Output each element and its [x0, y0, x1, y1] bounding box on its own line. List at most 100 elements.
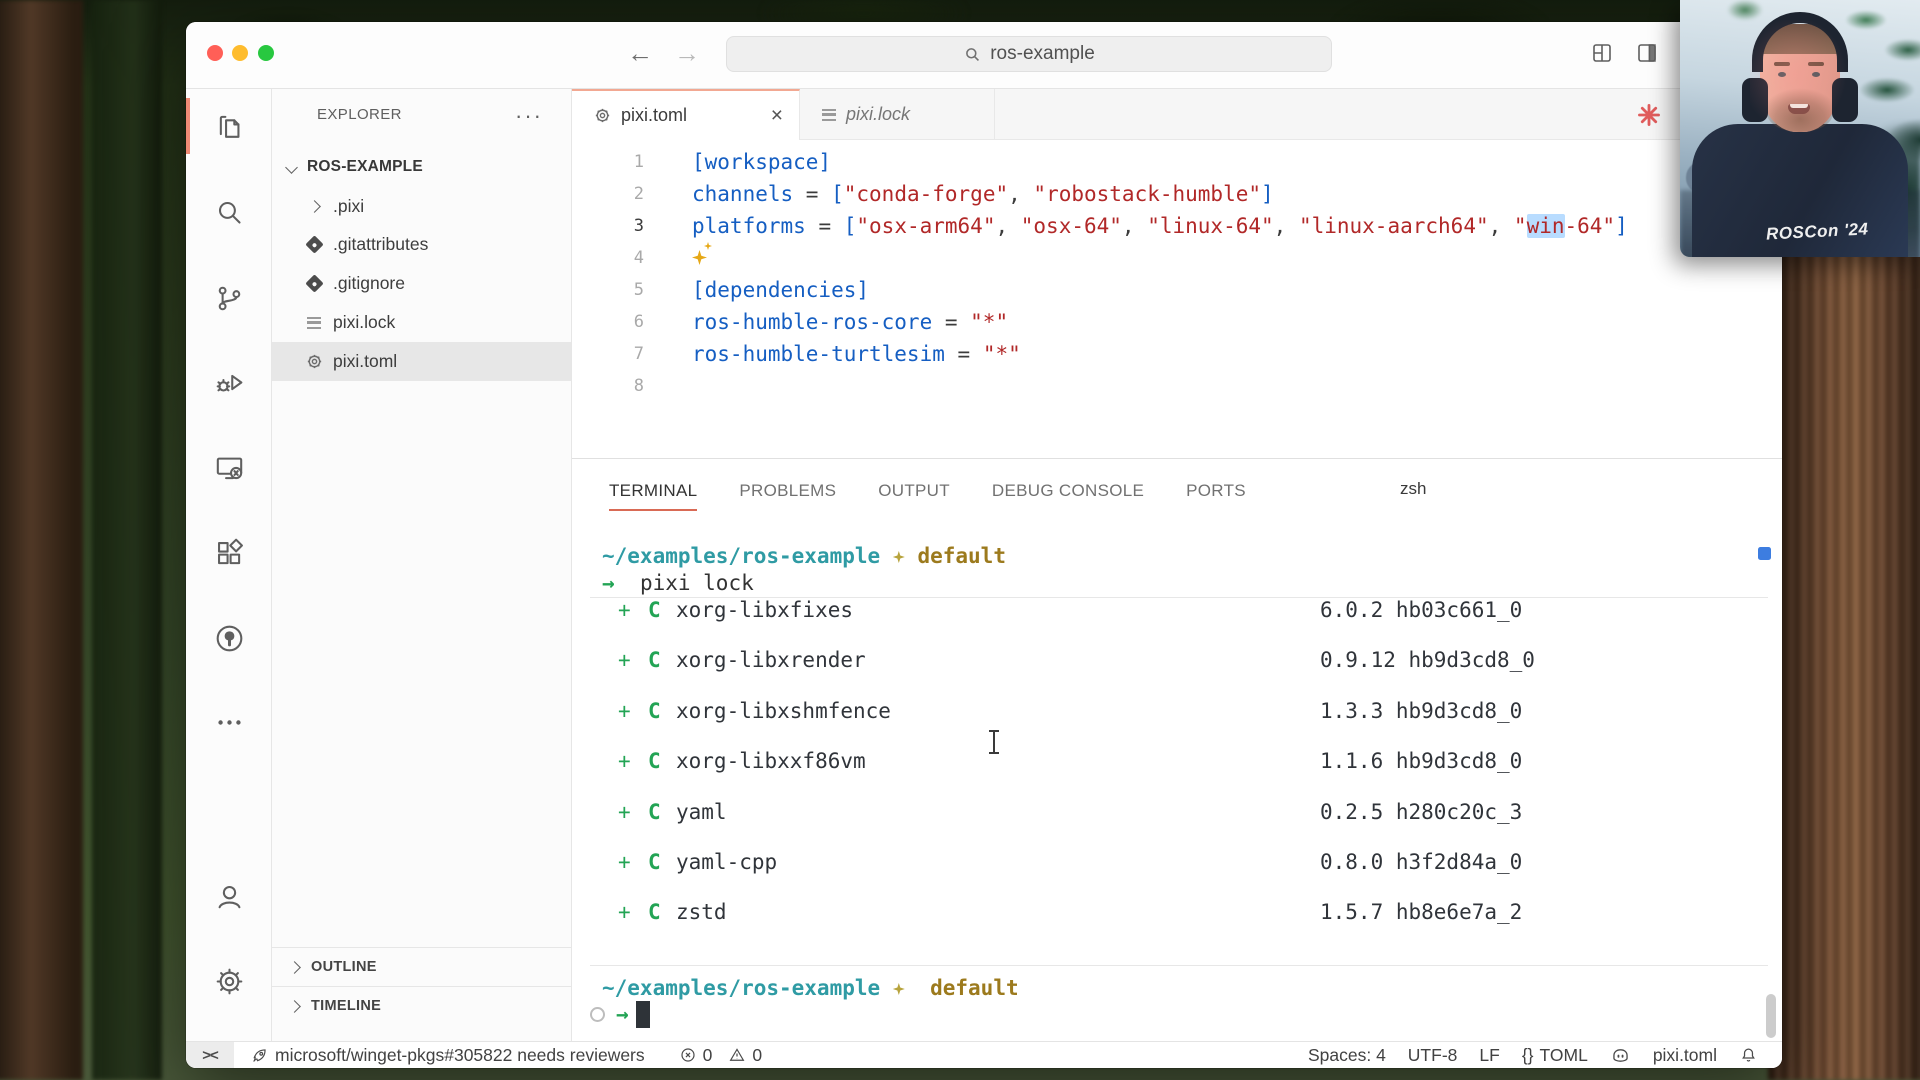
indentation-status[interactable]: Spaces: 4	[1304, 1045, 1390, 1066]
toggle-sidebar-icon[interactable]	[1632, 39, 1662, 67]
package-name: yaml	[676, 787, 727, 837]
code-token: ,	[1274, 214, 1299, 238]
activity-item-extensions[interactable]	[201, 525, 257, 581]
chevron-down-icon	[285, 161, 298, 174]
editor-line[interactable]: 4	[572, 242, 1782, 274]
search-value: ros-example	[990, 43, 1095, 65]
package-name: xorg-libxxf86vm	[676, 736, 866, 786]
navigate-back-button[interactable]: ←	[623, 37, 657, 69]
code-token: ,	[1122, 214, 1147, 238]
editor-line[interactable]: 8	[572, 370, 1782, 402]
sidebar-section-outline[interactable]: OUTLINE	[272, 947, 571, 986]
activity-item-source-control[interactable]	[201, 270, 257, 326]
navigate-forward-button[interactable]: →	[670, 37, 704, 69]
tree-item-pixi[interactable]: .pixi	[272, 187, 571, 226]
zoom-window-button[interactable]	[258, 45, 274, 61]
file-label: pixi.lock	[333, 312, 395, 333]
eol-status[interactable]: LF	[1475, 1045, 1503, 1066]
activity-item-remote-explorer[interactable]	[201, 440, 257, 496]
sparkles-emoji	[704, 242, 712, 250]
line-number: 3	[572, 210, 644, 242]
sidebar-header: EXPLORER ···	[272, 89, 571, 141]
status-bar: >< microsoft/winget-pkgs#305822 needs re…	[186, 1041, 1782, 1068]
pr-status-text: microsoft/winget-pkgs#305822 needs revie…	[275, 1045, 645, 1066]
plus-sign: +	[618, 635, 631, 685]
tree-item-pixitoml[interactable]: pixi.toml	[272, 342, 571, 381]
github-pr-status[interactable]: microsoft/winget-pkgs#305822 needs revie…	[242, 1042, 653, 1068]
code-token: ,	[1008, 182, 1033, 206]
conda-badge: C	[648, 585, 661, 635]
editor-line[interactable]: 2channels = ["conda-forge", "robostack-h…	[572, 178, 1782, 210]
pixi-manifest-status[interactable]: pixi.toml	[1649, 1045, 1721, 1066]
panel-tab-terminal[interactable]: TERMINAL	[609, 477, 697, 505]
code-token: =	[945, 342, 983, 366]
editor-line[interactable]: 5[dependencies]	[572, 274, 1782, 306]
shell-label[interactable]: zsh	[1400, 479, 1426, 499]
activity-bar	[186, 89, 272, 1041]
editor-line[interactable]: 1[workspace]	[572, 146, 1782, 178]
editor-line[interactable]: 6ros-humble-ros-core = "*"	[572, 306, 1782, 338]
close-tab-icon[interactable]: ×	[771, 104, 783, 128]
line-number: 6	[572, 306, 644, 338]
terminal-package-row: +Cyaml-cpp0.8.0 h3f2d84a_0	[572, 837, 1782, 887]
code-token: "linux-64"	[1147, 214, 1273, 238]
mouse-text-cursor	[988, 730, 1000, 756]
terminal-scrollbar[interactable]	[1766, 994, 1776, 1038]
package-name: xorg-libxrender	[676, 635, 866, 685]
tree-root-ros-example[interactable]: ROS-EXAMPLE	[272, 147, 571, 186]
vscode-window: ← → ros-example EXPLORER ···	[186, 22, 1782, 1068]
remote-indicator[interactable]: ><	[186, 1042, 234, 1068]
activity-item-github[interactable]	[201, 610, 257, 666]
line-number: 4	[572, 242, 644, 274]
sidebar-section-timeline[interactable]: TIMELINE	[272, 986, 571, 1025]
warning-icon	[728, 1046, 746, 1064]
tab-pixitoml[interactable]: pixi.toml ×	[572, 89, 800, 140]
activity-item-more[interactable]	[201, 694, 257, 750]
editor-line[interactable]: 7ros-humble-turtlesim = "*"	[572, 338, 1782, 370]
code-token: "*"	[983, 342, 1021, 366]
customize-layout-icon[interactable]	[1587, 39, 1617, 67]
line-number: 5	[572, 274, 644, 306]
line-number: 8	[572, 370, 644, 402]
status-left: >< microsoft/winget-pkgs#305822 needs re…	[186, 1042, 770, 1068]
title-bar[interactable]: ← → ros-example	[186, 22, 1782, 89]
editor-line[interactable]: 3platforms = ["osx-arm64", "osx-64", "li…	[572, 210, 1782, 242]
package-name: xorg-libxshmfence	[676, 686, 891, 736]
editor-action-starburst-icon[interactable]	[1636, 102, 1662, 128]
explorer-actions-icon[interactable]: ···	[515, 103, 543, 129]
minimize-window-button[interactable]	[232, 45, 248, 61]
code-token: ]	[1615, 214, 1628, 238]
conda-badge: C	[648, 635, 661, 685]
command-decoration-circle[interactable]	[590, 1007, 605, 1022]
tab-label: pixi.lock	[846, 104, 910, 125]
close-window-button[interactable]	[207, 45, 223, 61]
tree-item-gitignore[interactable]: .gitignore	[272, 264, 571, 303]
webcam-overlay: ROSCon '24	[1680, 0, 1920, 257]
language-status[interactable]: {} TOML	[1518, 1045, 1592, 1066]
rocket-icon	[250, 1046, 269, 1065]
activity-item-accounts[interactable]	[201, 868, 257, 924]
file-label: .pixi	[333, 196, 364, 217]
command-center-search[interactable]: ros-example	[726, 36, 1332, 72]
tab-label: pixi.toml	[621, 105, 687, 126]
panel-tab-output[interactable]: OUTPUT	[878, 477, 950, 505]
section-label: TIMELINE	[311, 998, 381, 1014]
tree-root-label: ROS-EXAMPLE	[307, 158, 423, 176]
activity-item-search[interactable]	[201, 184, 257, 240]
notifications-bell[interactable]	[1735, 1046, 1762, 1065]
panel-tab-debug-console[interactable]: DEBUG CONSOLE	[992, 477, 1144, 505]
problems-status[interactable]: 0 0	[671, 1042, 770, 1068]
code-token: platforms	[692, 214, 806, 238]
encoding-status[interactable]: UTF-8	[1404, 1045, 1462, 1066]
tab-pixilock[interactable]: pixi.lock	[800, 89, 995, 140]
package-version: 6.0.2 hb03c661_0	[1320, 585, 1522, 635]
code-editor[interactable]: 1[workspace]2channels = ["conda-forge", …	[572, 140, 1782, 458]
tree-item-pixilock[interactable]: pixi.lock	[272, 303, 571, 342]
panel-tab-ports[interactable]: PORTS	[1186, 477, 1246, 505]
panel-tab-problems[interactable]: PROBLEMS	[739, 477, 836, 505]
tree-item-gitattributes[interactable]: .gitattributes	[272, 225, 571, 264]
copilot-status[interactable]	[1606, 1045, 1635, 1066]
activity-item-settings[interactable]	[201, 953, 257, 1009]
activity-item-run-debug[interactable]	[201, 354, 257, 410]
activity-item-explorer[interactable]	[201, 98, 257, 154]
